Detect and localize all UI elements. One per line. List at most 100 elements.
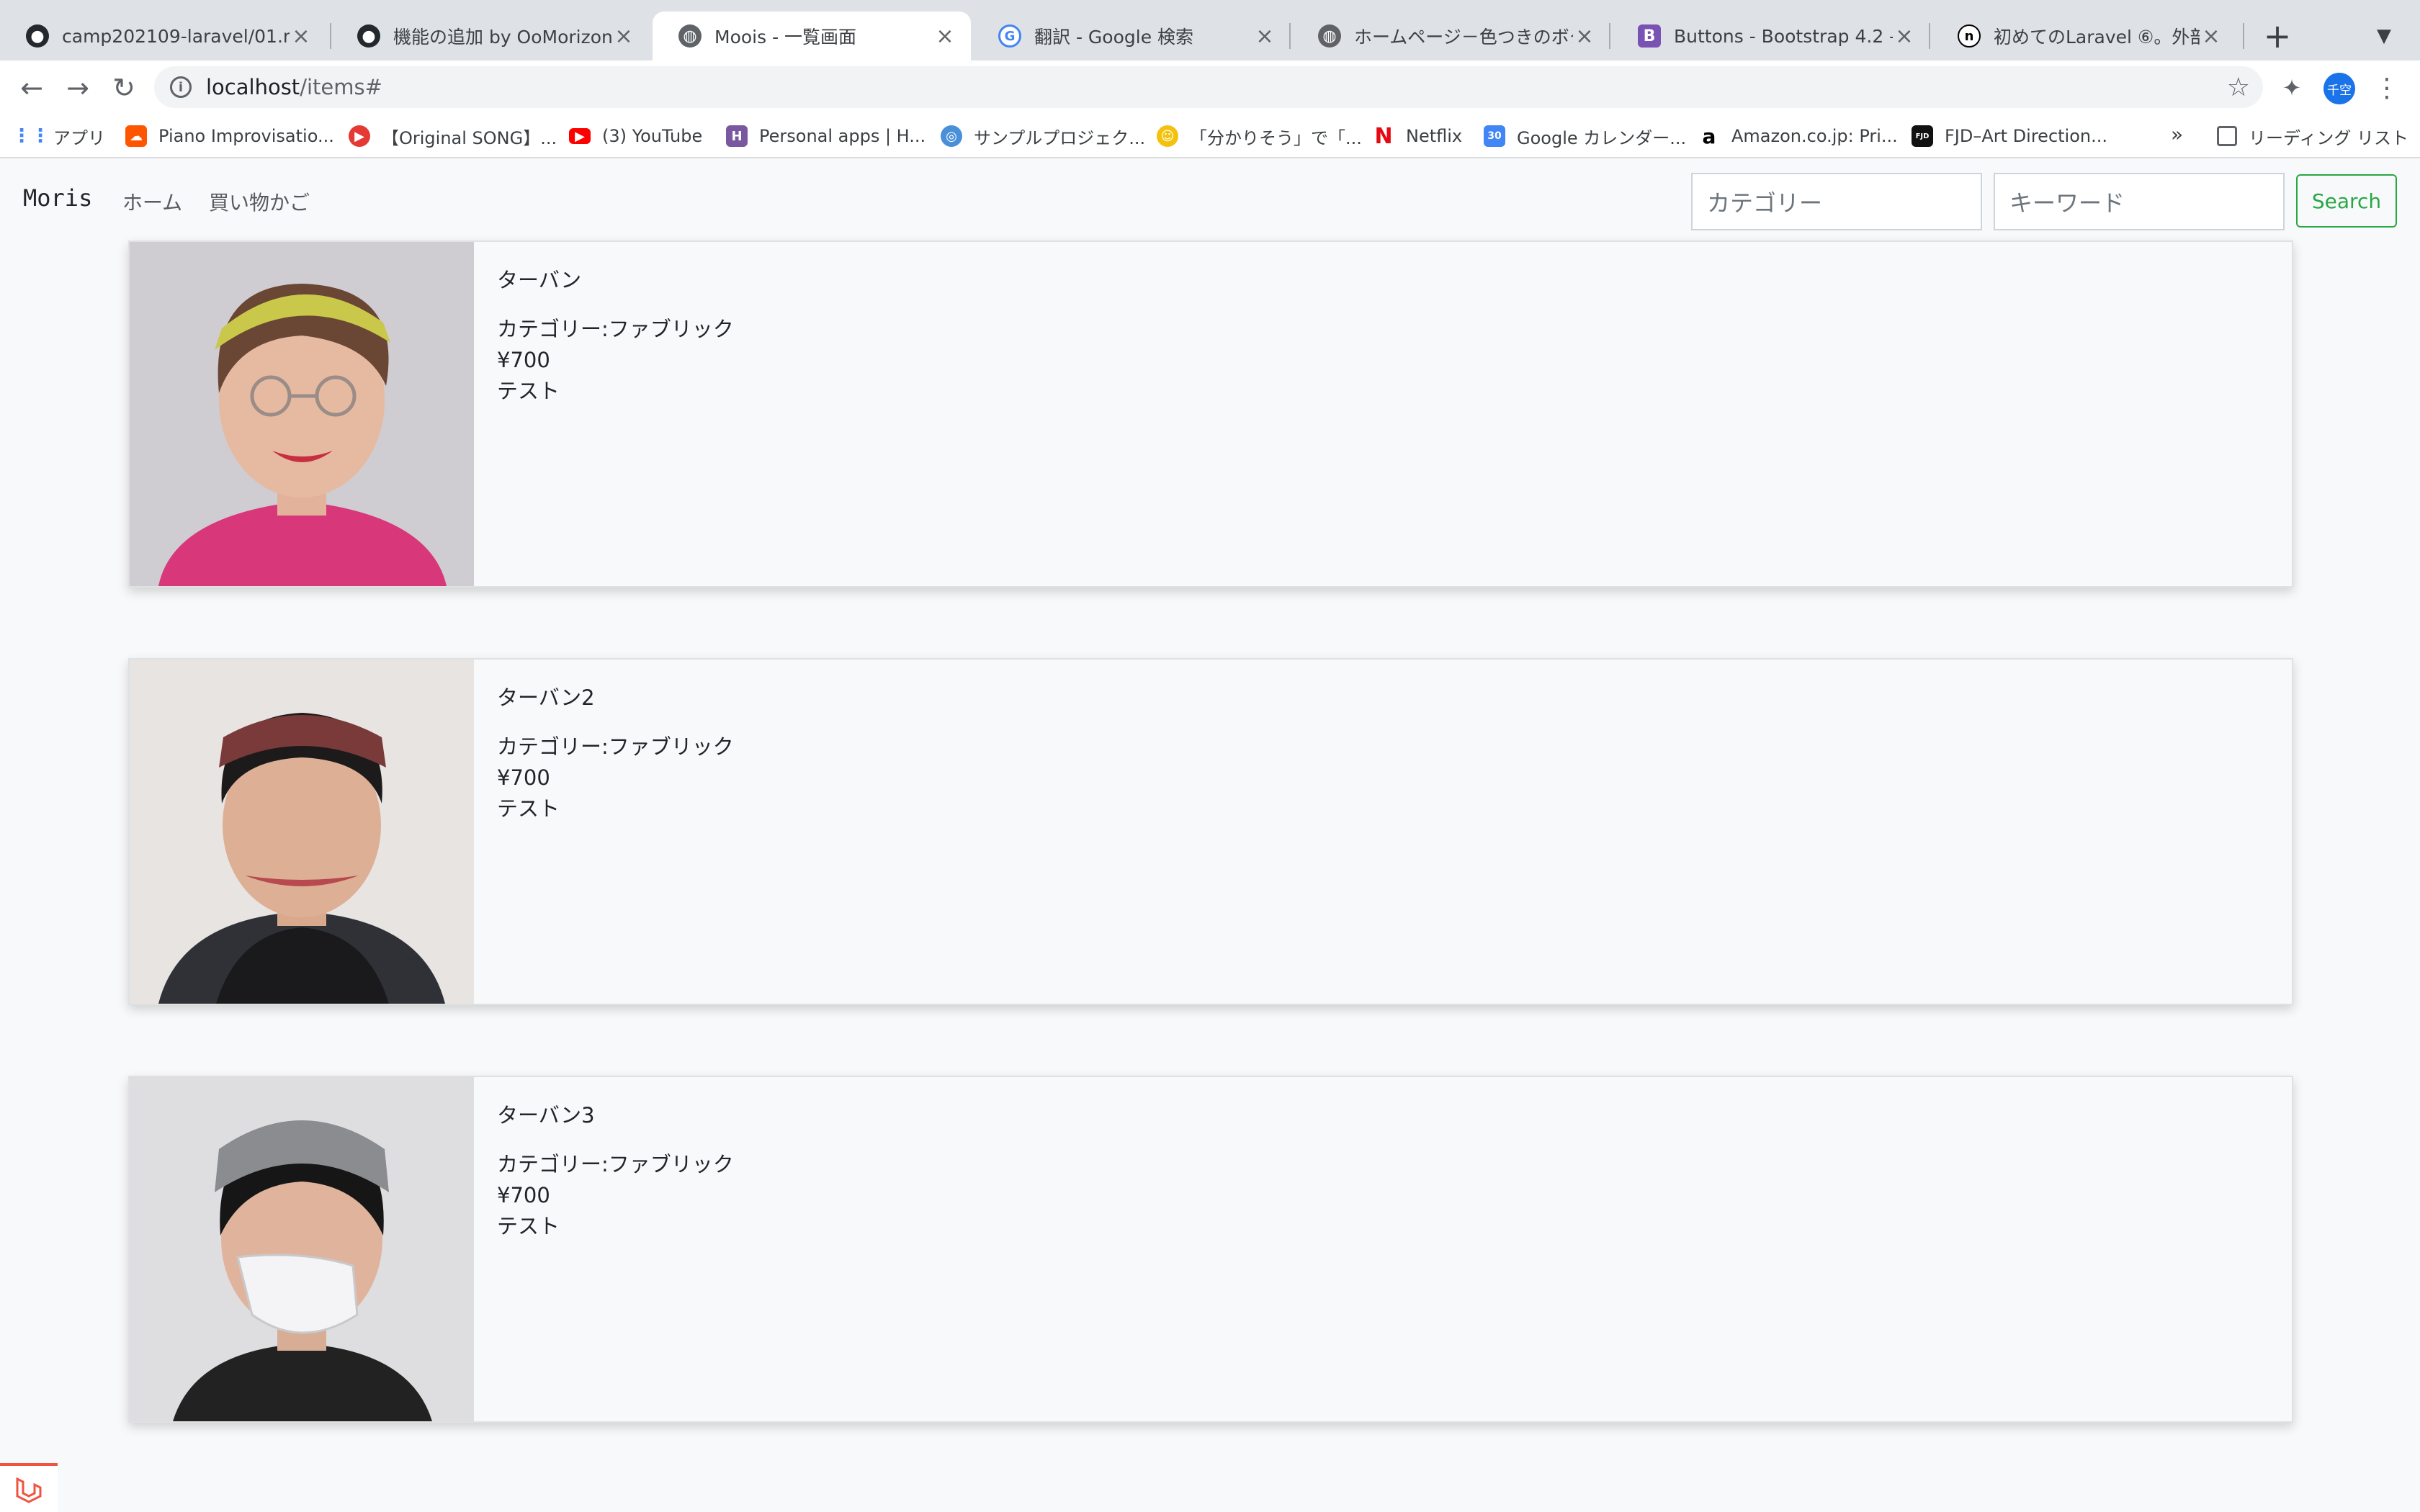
item-card-body: ターバン3 カテゴリー:ファブリック ¥700 テスト xyxy=(474,1077,757,1421)
tab-title: 初めてのLaravel ⑥。外部キー xyxy=(1994,27,2200,48)
bookmark-label: FJD–Art Direction... xyxy=(1945,126,2107,146)
browser-tab-strip: ● camp202109-laravel/01.md × ● 機能の追加 by … xyxy=(0,0,2420,60)
browser-tab-4[interactable]: G 翻訳 - Google 検索 × xyxy=(972,12,1291,60)
play-circle-icon: ▶ xyxy=(349,125,370,147)
new-tab-button[interactable]: + xyxy=(2259,17,2296,55)
bookmark-star-icon[interactable]: ☆ xyxy=(2227,73,2250,102)
laravel-debugbar-icon[interactable] xyxy=(0,1463,58,1512)
tab-title: camp202109-laravel/01.md xyxy=(62,25,290,47)
item-card-body: ターバン2 カテゴリー:ファブリック ¥700 テスト xyxy=(474,660,757,1004)
item-category: カテゴリー:ファブリック xyxy=(497,317,734,341)
app-navbar: Moris ホーム 買い物かご カテゴリー キーワード Search xyxy=(0,158,2420,242)
bookmark-item[interactable]: a Amazon.co.jp: Pri... xyxy=(1698,121,1898,151)
smiley-icon: ☺ xyxy=(1157,125,1178,147)
heroku-icon: H xyxy=(726,125,748,147)
calendar-icon: 30 xyxy=(1484,125,1505,147)
reading-list-label: リーディング リスト xyxy=(2249,127,2408,148)
close-icon[interactable]: × xyxy=(612,24,635,49)
bookmark-label: アプリ xyxy=(53,127,105,148)
soundcloud-icon: ☁ xyxy=(125,125,147,147)
browser-tab-2[interactable]: ● 機能の追加 by OoMorizono · P × xyxy=(331,12,650,60)
tab-search-dropdown-icon[interactable]: ▼ xyxy=(2370,22,2398,50)
bookmark-label: Netflix xyxy=(1406,126,1463,146)
bookmarks-bar: ⋮⋮ アプリ ☁ Piano Improvisatio... ▶ 【Origin… xyxy=(0,114,2420,158)
browser-tab-3-active[interactable]: ◍ Moois - 一覧画面 × xyxy=(653,12,971,60)
bookmark-label: Piano Improvisatio... xyxy=(158,126,334,146)
bookmark-item[interactable]: H Personal apps | H... xyxy=(726,121,926,151)
profile-avatar[interactable]: 千空 xyxy=(2323,73,2355,104)
bookmark-item[interactable]: FJD FJD–Art Direction... xyxy=(1912,121,2107,151)
close-icon[interactable]: × xyxy=(1253,24,1276,49)
keyword-search-input[interactable]: キーワード xyxy=(1994,173,2285,230)
bookmark-label: Google カレンダー... xyxy=(1517,127,1687,148)
bookmark-item[interactable]: N Netflix xyxy=(1373,121,1462,151)
brand-logo[interactable]: Moris xyxy=(23,184,92,212)
bookmark-item[interactable]: 30 Google カレンダー... xyxy=(1484,121,1686,151)
nav-link-home[interactable]: ホーム xyxy=(122,187,182,216)
item-category: カテゴリー:ファブリック xyxy=(497,734,734,759)
address-bar[interactable]: i localhost/items# ☆ xyxy=(154,66,2263,108)
forward-arrow-icon[interactable]: → xyxy=(59,69,97,107)
category-search-input[interactable]: カテゴリー xyxy=(1691,173,1982,230)
youtube-icon: ▶ xyxy=(569,128,591,144)
bookmark-item[interactable]: ▶ (3) YouTube xyxy=(569,121,702,151)
google-icon: G xyxy=(998,24,1021,48)
amazon-icon: a xyxy=(1702,124,1716,148)
person-photo-illustration xyxy=(130,1077,474,1421)
tab-title: 翻訳 - Google 検索 xyxy=(1034,27,1194,48)
item-price: ¥700 xyxy=(497,348,550,372)
tab-title: ホームページ－色つきのボタン xyxy=(1354,27,1573,48)
browser-tab-6[interactable]: B Buttons - Bootstrap 4.2 - B × xyxy=(1612,12,1930,60)
item-photo[interactable] xyxy=(130,242,474,586)
browser-tab-7[interactable]: n 初めてのLaravel ⑥。外部キー × xyxy=(1932,12,2237,60)
close-icon[interactable]: × xyxy=(1573,24,1596,49)
tab-title: 機能の追加 by OoMorizono · P xyxy=(393,27,612,48)
close-icon[interactable]: × xyxy=(290,24,313,49)
reading-list-button[interactable]: リーディング リスト xyxy=(2217,121,2408,151)
globe-icon: ◍ xyxy=(1318,24,1341,48)
nav-link-cart[interactable]: 買い物かご xyxy=(209,187,310,216)
tab-title: Moois - 一覧画面 xyxy=(714,27,857,48)
tab-divider xyxy=(1609,23,1610,49)
bookmark-item[interactable]: ▶ 【Original SONG】... xyxy=(349,121,557,151)
bookmark-label: 「分かりそう」で「... xyxy=(1190,127,1362,148)
tab-divider xyxy=(1929,23,1930,49)
browser-tab-1[interactable]: ● camp202109-laravel/01.md × xyxy=(0,12,327,60)
person-photo-illustration xyxy=(130,660,474,1004)
apps-grid-icon: ⋮⋮ xyxy=(12,125,50,147)
item-description: テスト xyxy=(497,379,560,403)
item-card[interactable]: ターバン3 カテゴリー:ファブリック ¥700 テスト xyxy=(128,1076,2293,1423)
item-name[interactable]: ターバン2 xyxy=(497,681,734,711)
item-card[interactable]: ターバン2 カテゴリー:ファブリック ¥700 テスト xyxy=(128,658,2293,1005)
bookmarks-overflow-button[interactable]: » xyxy=(2171,122,2183,146)
item-price: ¥700 xyxy=(497,765,550,790)
browser-toolbar: ← → ↻ i localhost/items# ☆ ✦ 千空 ⋮ xyxy=(0,60,2420,114)
search-button[interactable]: Search xyxy=(2296,174,2397,228)
browser-tab-5[interactable]: ◍ ホームページ－色つきのボタン × xyxy=(1292,12,1610,60)
browser-menu-icon[interactable]: ⋮ xyxy=(2374,72,2400,104)
item-name[interactable]: ターバン xyxy=(497,264,734,294)
item-name[interactable]: ターバン3 xyxy=(497,1099,734,1129)
item-photo[interactable] xyxy=(130,1077,474,1421)
back-arrow-icon[interactable]: ← xyxy=(13,69,50,107)
url-host: localhost xyxy=(206,75,300,99)
item-description: テスト xyxy=(497,1214,560,1238)
site-info-icon[interactable]: i xyxy=(170,76,192,98)
item-photo[interactable] xyxy=(130,660,474,1004)
laravel-logo-icon xyxy=(16,1477,42,1503)
close-icon[interactable]: × xyxy=(1893,24,1916,49)
bookmark-item[interactable]: ◎ サンプルプロジェク... xyxy=(941,121,1145,151)
reload-icon[interactable]: ↻ xyxy=(105,69,143,107)
url-path: /items# xyxy=(300,75,382,99)
extensions-puzzle-icon[interactable]: ✦ xyxy=(2277,73,2306,102)
item-price: ¥700 xyxy=(497,1183,550,1207)
notion-icon: n xyxy=(1958,24,1981,48)
bookmark-label: Personal apps | H... xyxy=(759,126,926,146)
bookmark-item[interactable]: ☺ 「分かりそう」で「... xyxy=(1157,121,1362,151)
close-icon[interactable]: × xyxy=(2200,24,2223,49)
item-description: テスト xyxy=(497,796,560,821)
bookmark-apps[interactable]: ⋮⋮ アプリ xyxy=(12,121,105,151)
close-icon[interactable]: × xyxy=(933,24,956,49)
bookmark-item[interactable]: ☁ Piano Improvisatio... xyxy=(125,121,334,151)
item-card[interactable]: ターバン カテゴリー:ファブリック ¥700 テスト xyxy=(128,240,2293,588)
